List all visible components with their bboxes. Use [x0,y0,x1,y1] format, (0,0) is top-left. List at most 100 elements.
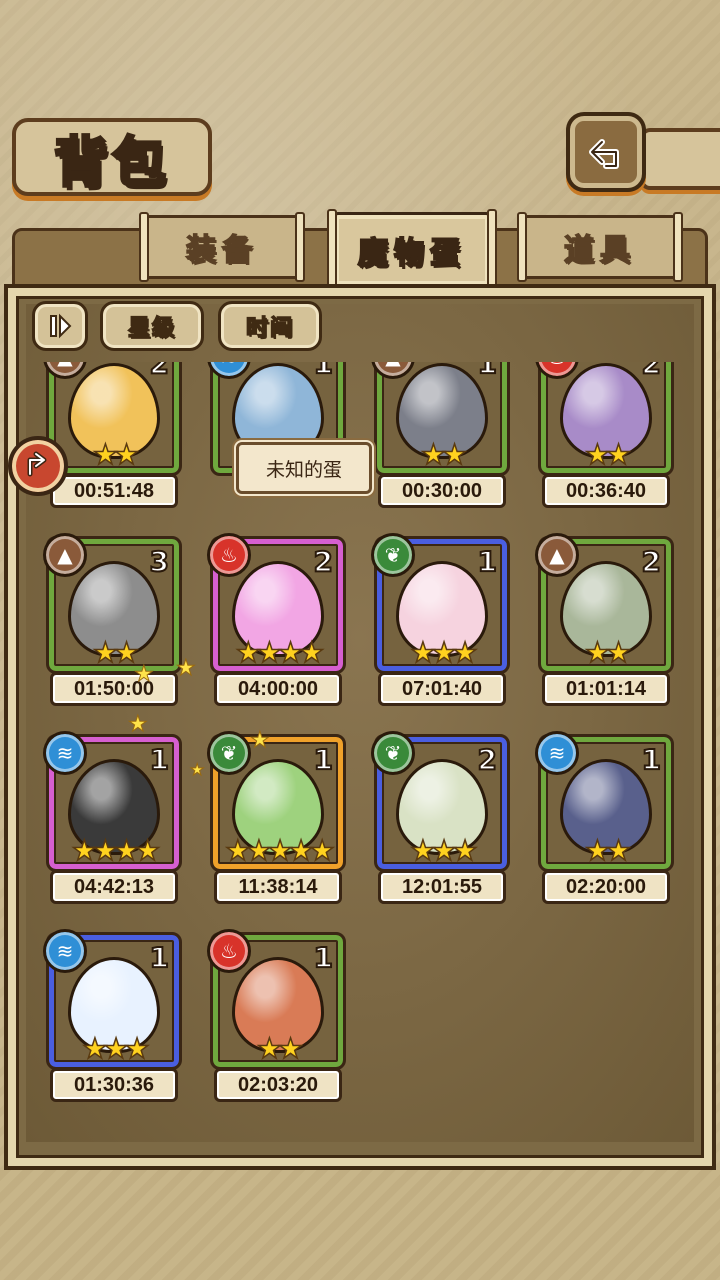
egg-card[interactable]: 2 ★★ ▲ 00:51:48 [43,362,182,518]
wood-element-icon: ❦ [371,731,415,775]
egg-card[interactable]: 3 ★★ ▲ 01:50:00 [43,533,182,716]
tab-items[interactable]: 道具 [517,212,683,282]
egg-count: 1 [148,940,170,975]
tab-post [517,212,527,282]
egg-count: 1 [312,742,334,777]
sort-order-toggle[interactable] [32,301,88,351]
egg-count: 2 [148,362,170,381]
back-button[interactable] [566,112,646,192]
star-rating: ★★ [584,438,632,471]
side-scroll-button[interactable] [8,436,68,496]
fire-element-icon: ♨ [207,533,251,577]
egg-card[interactable]: 1 ★★★ ≋ 01:30:36 [43,929,182,1112]
egg-count: 2 [312,544,334,579]
egg-card[interactable]: 1≋ [207,362,346,518]
egg-card[interactable]: 1 ★★★★★ ❦ 11:38:14 [207,731,346,914]
star-rating: ★★ [420,438,468,471]
tab-post [487,209,497,291]
hatch-timer: 04:42:13 [50,870,178,904]
water-element-icon: ≋ [535,731,579,775]
hatch-timer: 07:01:40 [378,672,506,706]
tab-label: 道具 [563,232,636,269]
egg-card-frame: 2 ★★ ♨ [535,362,674,476]
sparkle-icon: ★ [134,662,155,688]
egg-tooltip: 未知的蛋 [236,442,372,494]
tab-post [295,212,305,282]
egg-card[interactable]: 1 ★★ ≋ 02:20:00 [535,731,674,914]
water-element-icon: ≋ [43,929,87,973]
egg-count: 1 [312,362,334,381]
earth-element-icon: ▲ [371,362,415,379]
earth-element-icon: ▲ [535,533,579,577]
star-rating: ★★★ [410,636,479,669]
water-element-icon: ≋ [207,362,251,379]
hatch-timer: 01:50:00 [50,672,178,706]
egg-card-frame: 1 ★★ ≋ [535,731,674,872]
star-rating: ★★ [92,636,140,669]
egg-card-frame: 2 ★★★ ❦ [371,731,510,872]
hatch-timer: 12:01:55 [378,870,506,904]
egg-card-frame: 3 ★★ ▲ [43,533,182,674]
back-rail [640,128,720,190]
egg-count: 1 [476,362,498,381]
egg-card[interactable]: 1 ★★ ♨ 02:03:20 [207,929,346,1112]
egg-card-frame: 2 ★★ ▲ [535,533,674,674]
egg-count: 2 [640,544,662,579]
sort-label: 星级 [127,315,176,342]
egg-card-frame: 1 ★★★★★ ❦ [207,731,346,872]
egg-count: 2 [476,742,498,777]
tab-monster-egg[interactable]: 魔物蛋 [327,209,497,291]
fire-element-icon: ♨ [207,929,251,973]
sparkle-icon: ★ [176,656,197,682]
star-rating: ★★★★ [71,834,161,867]
egg-count: 2 [640,362,662,381]
hatch-timer: 02:20:00 [542,870,670,904]
tab-post [673,212,683,282]
egg-card-frame: 2 ★★★★ ♨ [207,533,346,674]
title-plate: 背包 [12,118,212,196]
egg-card[interactable]: 1 ★★★ ❦ 07:01:40 [371,533,510,716]
sort-toggle-icon [50,313,72,339]
sort-by-time-button[interactable]: 时间 [218,301,322,351]
egg-card-frame: 1 ★★★ ≋ [43,929,182,1070]
star-rating: ★★ [584,834,632,867]
arrow-up-right-icon [27,451,47,477]
wood-element-icon: ❦ [207,731,251,775]
sort-by-star-button[interactable]: 星级 [100,301,204,351]
egg-count: 1 [148,742,170,777]
egg-card-frame: 1 ★★★ ❦ [371,533,510,674]
egg-count: 3 [148,544,170,579]
star-rating: ★★★ [82,1032,151,1065]
water-element-icon: ≋ [43,731,87,775]
hatch-timer: 02:03:20 [214,1068,342,1102]
sparkle-icon: ★ [250,728,271,754]
egg-card[interactable]: 2 ★★ ♨ 00:36:40 [535,362,674,518]
tab-label: 魔物蛋 [357,235,466,272]
tab-post [139,212,149,282]
hatch-timer: 04:00:00 [214,672,342,706]
egg-card[interactable]: 1 ★★★★ ≋ 04:42:13 [43,731,182,914]
star-rating: ★★★ [410,834,479,867]
star-rating: ★★★★ [235,636,325,669]
wood-element-icon: ❦ [371,533,415,577]
egg-count: 1 [640,742,662,777]
hatch-timer: 00:30:00 [378,474,506,508]
fire-element-icon: ♨ [535,362,579,379]
hatch-timer: 01:30:36 [50,1068,178,1102]
sparkle-icon: ★ [189,760,205,780]
egg-card-frame: 1 ★★ ▲ [371,362,510,476]
egg-card[interactable]: 2 ★★★★ ♨ 04:00:00 [207,533,346,716]
star-rating: ★★ [584,636,632,669]
tab-equipment[interactable]: 装备 [139,212,305,282]
page-title: 背包 [53,129,170,195]
egg-card-frame: 1 ★★★★ ≋ [43,731,182,872]
hatch-timer: 00:36:40 [542,474,670,508]
star-rating: ★★ [92,438,140,471]
hatch-timer: 00:51:48 [50,474,178,508]
egg-card[interactable]: 2 ★★★ ❦ 12:01:55 [371,731,510,914]
hatch-timer: 11:38:14 [214,870,342,904]
egg-card[interactable]: 2 ★★ ▲ 01:01:14 [535,533,674,716]
star-rating: ★★ [256,1032,304,1065]
egg-card[interactable]: 1 ★★ ▲ 00:30:00 [371,362,510,518]
tab-post [327,209,337,291]
